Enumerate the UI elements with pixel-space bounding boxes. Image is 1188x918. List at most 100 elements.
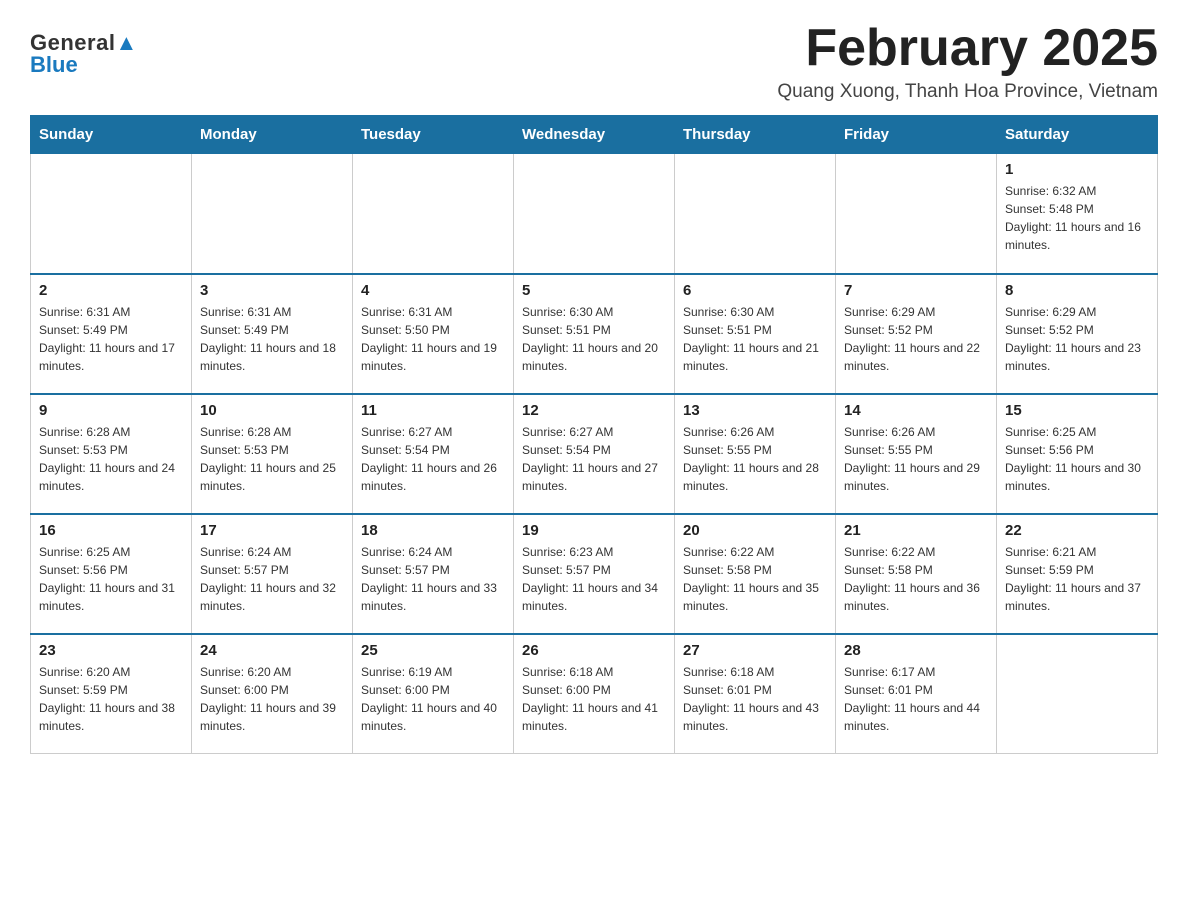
day-number: 27	[683, 642, 827, 659]
title-block: February 2025 Quang Xuong, Thanh Hoa Pro…	[777, 20, 1158, 103]
day-number: 8	[1005, 282, 1149, 299]
calendar-cell	[353, 154, 514, 274]
calendar-cell	[514, 154, 675, 274]
day-info: Sunrise: 6:31 AMSunset: 5:49 PMDaylight:…	[200, 303, 344, 375]
day-info: Sunrise: 6:31 AMSunset: 5:49 PMDaylight:…	[39, 303, 183, 375]
day-info: Sunrise: 6:18 AMSunset: 6:00 PMDaylight:…	[522, 663, 666, 735]
day-number: 3	[200, 282, 344, 299]
day-number: 19	[522, 522, 666, 539]
day-number: 16	[39, 522, 183, 539]
day-number: 26	[522, 642, 666, 659]
day-info: Sunrise: 6:20 AMSunset: 6:00 PMDaylight:…	[200, 663, 344, 735]
calendar-week-3: 9 Sunrise: 6:28 AMSunset: 5:53 PMDaylight…	[31, 394, 1158, 514]
day-info: Sunrise: 6:29 AMSunset: 5:52 PMDaylight:…	[844, 303, 988, 375]
calendar-cell	[836, 154, 997, 274]
header-day-friday: Friday	[836, 116, 997, 154]
day-number: 10	[200, 402, 344, 419]
day-number: 7	[844, 282, 988, 299]
day-info: Sunrise: 6:29 AMSunset: 5:52 PMDaylight:…	[1005, 303, 1149, 375]
header-day-saturday: Saturday	[997, 116, 1158, 154]
day-info: Sunrise: 6:28 AMSunset: 5:53 PMDaylight:…	[200, 423, 344, 495]
day-info: Sunrise: 6:21 AMSunset: 5:59 PMDaylight:…	[1005, 543, 1149, 615]
calendar-week-5: 23Sunrise: 6:20 AMSunset: 5:59 PMDayligh…	[31, 634, 1158, 754]
day-info: Sunrise: 6:24 AMSunset: 5:57 PMDaylight:…	[361, 543, 505, 615]
calendar-cell: 5 Sunrise: 6:30 AMSunset: 5:51 PMDaylight…	[514, 274, 675, 394]
calendar-cell	[675, 154, 836, 274]
day-info: Sunrise: 6:26 AMSunset: 5:55 PMDaylight:…	[844, 423, 988, 495]
calendar-cell: 16 Sunrise: 6:25 AMSunset: 5:56 PMDayligh…	[31, 514, 192, 634]
calendar-cell: 18 Sunrise: 6:24 AMSunset: 5:57 PMDayligh…	[353, 514, 514, 634]
day-info: Sunrise: 6:28 AMSunset: 5:53 PMDaylight:…	[39, 423, 183, 495]
header-row: SundayMondayTuesdayWednesdayThursdayFrid…	[31, 116, 1158, 154]
calendar-cell	[997, 634, 1158, 754]
day-info: Sunrise: 6:25 AMSunset: 5:56 PMDaylight:…	[1005, 423, 1149, 495]
day-number: 9	[39, 402, 183, 419]
calendar-cell: 4 Sunrise: 6:31 AMSunset: 5:50 PMDaylight…	[353, 274, 514, 394]
day-number: 4	[361, 282, 505, 299]
calendar-cell: 7 Sunrise: 6:29 AMSunset: 5:52 PMDaylight…	[836, 274, 997, 394]
day-number: 14	[844, 402, 988, 419]
calendar-cell: 21 Sunrise: 6:22 AMSunset: 5:58 PMDayligh…	[836, 514, 997, 634]
day-number: 13	[683, 402, 827, 419]
calendar-cell: 24 Sunrise: 6:20 AMSunset: 6:00 PMDayligh…	[192, 634, 353, 754]
calendar-cell: 14 Sunrise: 6:26 AMSunset: 5:55 PMDayligh…	[836, 394, 997, 514]
day-info: Sunrise: 6:22 AMSunset: 5:58 PMDaylight:…	[844, 543, 988, 615]
calendar-cell: 3 Sunrise: 6:31 AMSunset: 5:49 PMDaylight…	[192, 274, 353, 394]
calendar-cell: 11 Sunrise: 6:27 AMSunset: 5:54 PMDayligh…	[353, 394, 514, 514]
day-info: Sunrise: 6:24 AMSunset: 5:57 PMDaylight:…	[200, 543, 344, 615]
day-number: 22	[1005, 522, 1149, 539]
calendar-week-2: 2 Sunrise: 6:31 AMSunset: 5:49 PMDaylight…	[31, 274, 1158, 394]
calendar-cell: 2 Sunrise: 6:31 AMSunset: 5:49 PMDaylight…	[31, 274, 192, 394]
header: General▲ Blue February 2025 Quang Xuong,…	[30, 20, 1158, 103]
day-info: Sunrise: 6:27 AMSunset: 5:54 PMDaylight:…	[522, 423, 666, 495]
day-number: 25	[361, 642, 505, 659]
day-info: Sunrise: 6:32 AMSunset: 5:48 PMDaylight:…	[1005, 182, 1149, 254]
header-day-sunday: Sunday	[31, 116, 192, 154]
day-number: 21	[844, 522, 988, 539]
header-day-monday: Monday	[192, 116, 353, 154]
calendar-week-4: 16 Sunrise: 6:25 AMSunset: 5:56 PMDayligh…	[31, 514, 1158, 634]
calendar-week-1: 1Sunrise: 6:32 AMSunset: 5:48 PMDaylight…	[31, 154, 1158, 274]
day-info: Sunrise: 6:19 AMSunset: 6:00 PMDaylight:…	[361, 663, 505, 735]
header-day-tuesday: Tuesday	[353, 116, 514, 154]
logo: General▲ Blue	[30, 20, 138, 78]
calendar-cell: 26 Sunrise: 6:18 AMSunset: 6:00 PMDayligh…	[514, 634, 675, 754]
day-number: 12	[522, 402, 666, 419]
calendar-subtitle: Quang Xuong, Thanh Hoa Province, Vietnam	[777, 81, 1158, 103]
day-number: 5	[522, 282, 666, 299]
day-number: 23	[39, 642, 183, 659]
calendar-cell: 25 Sunrise: 6:19 AMSunset: 6:00 PMDayligh…	[353, 634, 514, 754]
day-info: Sunrise: 6:18 AMSunset: 6:01 PMDaylight:…	[683, 663, 827, 735]
calendar-title: February 2025	[777, 20, 1158, 77]
calendar-cell: 22 Sunrise: 6:21 AMSunset: 5:59 PMDayligh…	[997, 514, 1158, 634]
calendar-cell: 19 Sunrise: 6:23 AMSunset: 5:57 PMDayligh…	[514, 514, 675, 634]
day-info: Sunrise: 6:26 AMSunset: 5:55 PMDaylight:…	[683, 423, 827, 495]
calendar-cell: 10 Sunrise: 6:28 AMSunset: 5:53 PMDayligh…	[192, 394, 353, 514]
day-number: 18	[361, 522, 505, 539]
day-number: 17	[200, 522, 344, 539]
calendar-cell: 6Sunrise: 6:30 AMSunset: 5:51 PMDaylight…	[675, 274, 836, 394]
day-info: Sunrise: 6:17 AMSunset: 6:01 PMDaylight:…	[844, 663, 988, 735]
day-info: Sunrise: 6:30 AMSunset: 5:51 PMDaylight:…	[522, 303, 666, 375]
day-info: Sunrise: 6:27 AMSunset: 5:54 PMDaylight:…	[361, 423, 505, 495]
day-number: 15	[1005, 402, 1149, 419]
calendar-cell: 27 Sunrise: 6:18 AMSunset: 6:01 PMDayligh…	[675, 634, 836, 754]
calendar-cell: 8 Sunrise: 6:29 AMSunset: 5:52 PMDaylight…	[997, 274, 1158, 394]
day-number: 2	[39, 282, 183, 299]
day-number: 6	[683, 282, 827, 299]
day-info: Sunrise: 6:23 AMSunset: 5:57 PMDaylight:…	[522, 543, 666, 615]
calendar-cell: 20Sunrise: 6:22 AMSunset: 5:58 PMDayligh…	[675, 514, 836, 634]
day-number: 11	[361, 402, 505, 419]
day-info: Sunrise: 6:25 AMSunset: 5:56 PMDaylight:…	[39, 543, 183, 615]
calendar-cell	[192, 154, 353, 274]
day-number: 24	[200, 642, 344, 659]
calendar-cell: 17 Sunrise: 6:24 AMSunset: 5:57 PMDayligh…	[192, 514, 353, 634]
header-day-thursday: Thursday	[675, 116, 836, 154]
calendar-cell: 15 Sunrise: 6:25 AMSunset: 5:56 PMDayligh…	[997, 394, 1158, 514]
day-info: Sunrise: 6:22 AMSunset: 5:58 PMDaylight:…	[683, 543, 827, 615]
calendar-cell: 12 Sunrise: 6:27 AMSunset: 5:54 PMDayligh…	[514, 394, 675, 514]
calendar-cell: 13 Sunrise: 6:26 AMSunset: 5:55 PMDayligh…	[675, 394, 836, 514]
logo-blue-text: Blue	[30, 52, 78, 78]
day-info: Sunrise: 6:31 AMSunset: 5:50 PMDaylight:…	[361, 303, 505, 375]
logo-triangle-icon: ▲	[115, 30, 137, 55]
